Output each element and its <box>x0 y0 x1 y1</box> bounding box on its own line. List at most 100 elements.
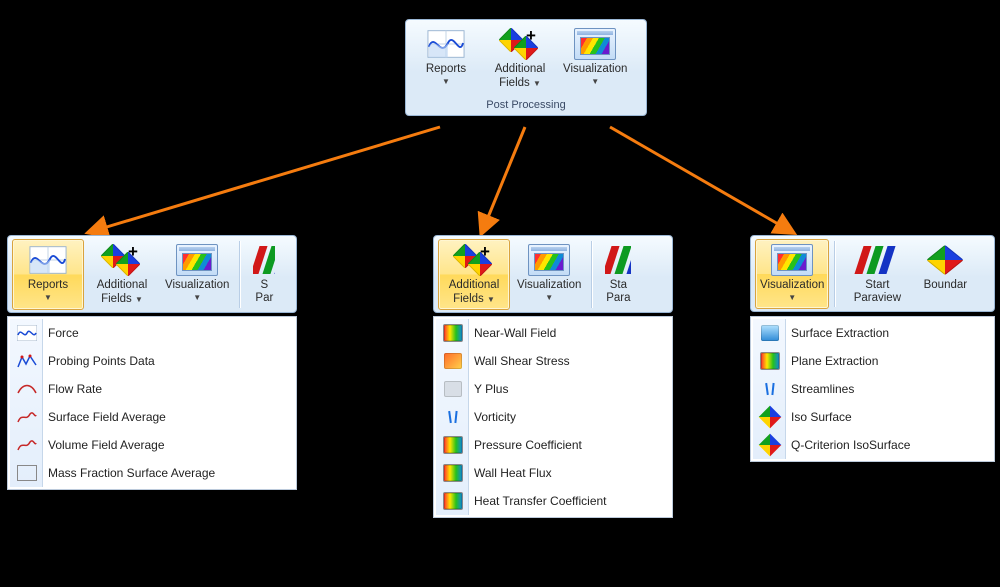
reports-label: Reports <box>426 63 466 76</box>
visualization-label: Visualization <box>760 279 824 292</box>
start-paraview-button[interactable]: Start Paraview <box>841 239 913 309</box>
dropdown-arrow-icon: ▼ <box>545 293 553 302</box>
ribbon-separator <box>239 241 241 308</box>
menu-item-force[interactable]: Force <box>8 319 296 347</box>
menu-item-label: Volume Field Average <box>48 438 165 452</box>
menu-item-label: Surface Extraction <box>791 326 889 340</box>
dropdown-arrow-icon: ▼ <box>44 293 52 302</box>
start-paraview-label-line2: Par <box>255 292 273 305</box>
reports-dropdown-menu: Force Probing Points Data Flow Rate Surf… <box>7 316 297 490</box>
near-wall-field-icon <box>442 323 464 343</box>
ribbon-group-post-processing: Reports ▼ + Additional Fields ▼ <box>405 19 647 116</box>
menu-item-mass-fraction-surface-average[interactable]: Mass Fraction Surface Average <box>8 459 296 487</box>
menu-item-label: Vorticity <box>474 410 516 424</box>
streamlines-icon <box>759 379 781 399</box>
ribbon-reports-expanded: Reports ▼ + Additional Fields ▼ V <box>7 235 297 313</box>
wall-heat-flux-icon <box>442 463 464 483</box>
menu-item-flow-rate[interactable]: Flow Rate <box>8 375 296 403</box>
menu-item-volume-field-average[interactable]: Volume Field Average <box>8 431 296 459</box>
dropdown-arrow-icon: ▼ <box>135 293 143 306</box>
menu-item-label: Heat Transfer Coefficient <box>474 494 607 508</box>
boundary-cube-icon <box>924 243 966 277</box>
ribbon-additional-fields-expanded: + Additional Fields ▼ Visualization ▼ <box>433 235 673 313</box>
menu-item-wall-shear-stress[interactable]: Wall Shear Stress <box>434 347 672 375</box>
reports-label: Reports <box>28 279 68 292</box>
menu-item-vorticity[interactable]: Vorticity <box>434 403 672 431</box>
visualization-dropdown-menu: Surface Extraction Plane Extraction Stre… <box>750 316 995 462</box>
menu-item-label: Flow Rate <box>48 382 102 396</box>
ribbon-group-items: Reports ▼ + Additional Fields ▼ V <box>8 236 296 312</box>
ribbon-group-items: Reports ▼ + Additional Fields ▼ <box>406 20 646 96</box>
menu-item-label: Plane Extraction <box>791 354 878 368</box>
ribbon-group-caption: Post Processing <box>406 96 646 115</box>
additional-fields-cubes-icon: + <box>101 243 143 277</box>
force-icon <box>16 323 38 343</box>
ribbon-group-items: Visualization ▼ Start Paraview Boundar <box>751 236 994 311</box>
visualization-label: Visualization <box>563 63 627 76</box>
visualization-button[interactable]: Visualization ▼ <box>755 239 829 309</box>
menu-item-surface-field-average[interactable]: Surface Field Average <box>8 403 296 431</box>
menu-item-label: Mass Fraction Surface Average <box>48 466 215 480</box>
menu-item-label: Streamlines <box>791 382 854 396</box>
additional-fields-button[interactable]: + Additional Fields ▼ <box>86 239 158 310</box>
ribbon-group-items: + Additional Fields ▼ Visualization ▼ <box>434 236 672 312</box>
visualization-label: Visualization <box>165 279 229 292</box>
visualization-button[interactable]: Visualization ▼ <box>558 23 632 94</box>
menu-item-heat-transfer-coefficient[interactable]: Heat Transfer Coefficient <box>434 487 672 515</box>
surface-extraction-icon <box>759 323 781 343</box>
wall-shear-stress-icon <box>442 351 464 371</box>
additional-fields-label-line2: Fields ▼ <box>453 292 495 306</box>
y-plus-icon <box>442 379 464 399</box>
menu-item-q-criterion-isosurface[interactable]: Q-Criterion IsoSurface <box>751 431 994 459</box>
menu-item-y-plus[interactable]: Y Plus <box>434 375 672 403</box>
visualization-label: Visualization <box>517 279 581 292</box>
dropdown-arrow-icon: ▼ <box>591 77 599 86</box>
additional-fields-button[interactable]: + Additional Fields ▼ <box>438 239 510 310</box>
dropdown-arrow-icon: ▼ <box>533 77 541 90</box>
visualization-window-icon <box>771 243 813 277</box>
boundary-button-clipped[interactable]: Boundar <box>915 239 975 309</box>
dropdown-arrow-icon: ▼ <box>487 293 495 306</box>
menu-item-label: Force <box>48 326 79 340</box>
menu-item-label: Wall Heat Flux <box>474 466 552 480</box>
plane-extraction-icon <box>759 351 781 371</box>
visualization-button[interactable]: Visualization ▼ <box>512 239 586 310</box>
dropdown-arrow-icon: ▼ <box>442 77 450 86</box>
menu-item-pressure-coefficient[interactable]: Pressure Coefficient <box>434 431 672 459</box>
reports-button[interactable]: Reports ▼ <box>410 23 482 94</box>
boundary-label: Boundar <box>924 279 967 292</box>
dropdown-arrow-icon: ▼ <box>193 293 201 302</box>
menu-item-iso-surface[interactable]: Iso Surface <box>751 403 994 431</box>
menu-item-label: Near-Wall Field <box>474 326 556 340</box>
menu-item-label: Surface Field Average <box>48 410 166 424</box>
menu-item-near-wall-field[interactable]: Near-Wall Field <box>434 319 672 347</box>
additional-fields-label-line2: Fields ▼ <box>499 76 541 90</box>
additional-fields-label-line1: Additional <box>495 63 546 76</box>
start-paraview-button-clipped[interactable]: S Par <box>246 239 282 310</box>
heat-transfer-coefficient-icon <box>442 491 464 511</box>
additional-fields-dropdown-menu: Near-Wall Field Wall Shear Stress Y Plus… <box>433 316 673 518</box>
additional-fields-button[interactable]: + Additional Fields ▼ <box>484 23 556 94</box>
menu-item-plane-extraction[interactable]: Plane Extraction <box>751 347 994 375</box>
visualization-window-icon <box>176 243 218 277</box>
ribbon-separator <box>591 241 593 308</box>
menu-item-streamlines[interactable]: Streamlines <box>751 375 994 403</box>
reports-button[interactable]: Reports ▼ <box>12 239 84 310</box>
q-criterion-icon <box>759 435 781 455</box>
start-paraview-label-line1: Sta <box>610 279 627 292</box>
sine-graph-icon <box>27 243 69 277</box>
volume-field-average-icon <box>16 435 38 455</box>
visualization-button[interactable]: Visualization ▼ <box>160 239 234 310</box>
menu-item-probing-points-data[interactable]: Probing Points Data <box>8 347 296 375</box>
menu-item-wall-heat-flux[interactable]: Wall Heat Flux <box>434 459 672 487</box>
menu-item-label: Probing Points Data <box>48 354 155 368</box>
surface-field-average-icon <box>16 407 38 427</box>
menu-item-label: Iso Surface <box>791 410 852 424</box>
menu-item-surface-extraction[interactable]: Surface Extraction <box>751 319 994 347</box>
additional-fields-label-line2: Fields ▼ <box>101 292 143 306</box>
ribbon-separator <box>834 241 836 307</box>
additional-fields-label-line1: Additional <box>449 279 500 292</box>
start-paraview-button-clipped[interactable]: Sta Para <box>598 239 638 310</box>
sine-graph-icon <box>425 27 467 61</box>
iso-surface-icon <box>759 407 781 427</box>
